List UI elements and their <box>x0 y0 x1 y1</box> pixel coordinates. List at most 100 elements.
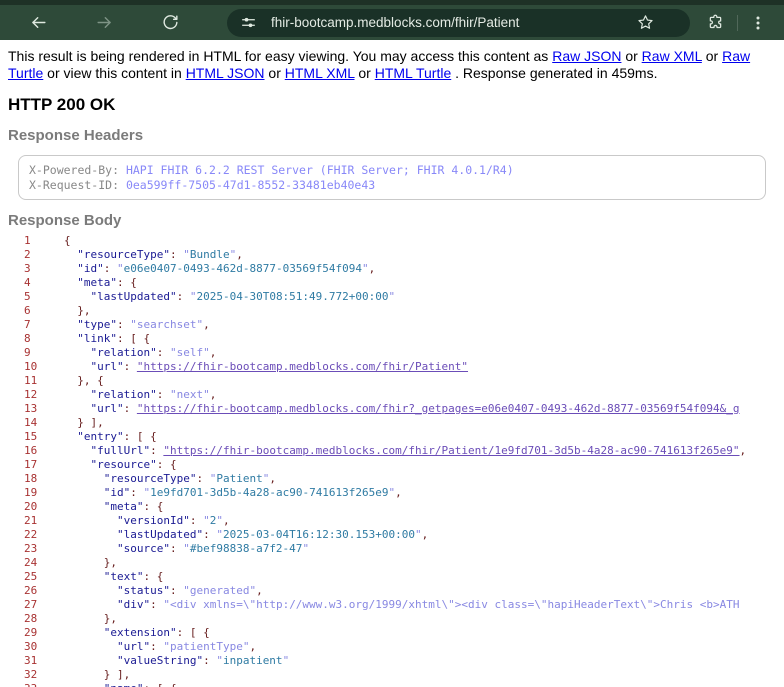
banner-link[interactable]: HTML JSON <box>186 65 265 81</box>
line-number[interactable]: 20 <box>24 500 64 514</box>
code-token: "generated" <box>183 584 257 597</box>
banner-link[interactable]: HTML Turtle <box>375 65 452 81</box>
three-dot-menu-icon <box>756 16 760 29</box>
line-number[interactable]: 17 <box>24 458 64 472</box>
line-number[interactable]: 26 <box>24 584 64 598</box>
code-line: 25 "text": { <box>8 570 776 584</box>
toolbar-separator <box>737 14 738 31</box>
code-token: : <box>196 472 210 485</box>
code-token: "resource" <box>90 458 157 471</box>
code-token: , <box>203 318 210 331</box>
bookmark-star-button[interactable] <box>634 12 656 34</box>
code-token: : <box>176 290 190 303</box>
line-number[interactable]: 13 <box>24 402 64 416</box>
code-token: { <box>64 234 71 247</box>
line-number[interactable]: 2 <box>24 248 64 262</box>
line-number[interactable]: 19 <box>24 486 64 500</box>
response-body-heading: Response Body <box>8 212 122 229</box>
code-token: inpatient <box>222 654 283 667</box>
menu-button[interactable] <box>746 11 770 35</box>
code-token: : <box>123 360 137 373</box>
code-link[interactable]: "https://fhir-bootcamp.medblocks.com/fhi… <box>137 360 468 373</box>
line-number[interactable]: 3 <box>24 262 64 276</box>
tune-icon[interactable] <box>239 13 258 32</box>
line-number[interactable]: 31 <box>24 654 64 668</box>
line-number[interactable]: 8 <box>24 332 64 346</box>
code-line: 2 "resourceType": "Bundle", <box>8 248 776 262</box>
forward-button[interactable] <box>90 9 118 37</box>
line-number[interactable]: 4 <box>24 276 64 290</box>
header-name: X-Request-ID: <box>29 177 126 192</box>
code-token: : <box>123 402 137 415</box>
code-token: : [ { <box>144 682 177 687</box>
line-number[interactable]: 7 <box>24 318 64 332</box>
line-number[interactable]: 5 <box>24 290 64 304</box>
code-line: 15 "entry": [ { <box>8 430 776 444</box>
code-line: 8 "link": [ { <box>8 332 776 346</box>
code-token: "url" <box>116 640 151 653</box>
code-token: : <box>103 262 117 275</box>
line-number[interactable]: 15 <box>24 430 64 444</box>
code-line: 10 "url": "https://fhir-bootcamp.medbloc… <box>8 360 776 374</box>
code-line: 20 "meta": { <box>8 500 776 514</box>
code-token: "versionId" <box>116 514 190 527</box>
code-link[interactable]: "https://fhir-bootcamp.medblocks.com/fhi… <box>163 444 739 457</box>
line-number[interactable]: 22 <box>24 528 64 542</box>
line-number[interactable]: 32 <box>24 668 64 682</box>
extensions-button[interactable] <box>703 11 727 35</box>
line-number[interactable]: 23 <box>24 542 64 556</box>
code-token: " <box>362 262 369 275</box>
code-token: "valueString" <box>116 654 204 667</box>
line-number[interactable]: 30 <box>24 640 64 654</box>
banner-text: This result is being rendered in HTML fo… <box>8 48 553 64</box>
code-token: "source" <box>116 542 170 555</box>
code-line: 24 }, <box>8 556 776 570</box>
code-token: , <box>209 388 217 401</box>
banner-link[interactable]: HTML XML <box>285 65 355 81</box>
code-line: 1{ <box>8 234 776 248</box>
code-token: : <box>117 318 131 331</box>
banner-link[interactable]: Raw XML <box>642 48 702 64</box>
line-number[interactable]: 25 <box>24 570 64 584</box>
browser-toolbar: fhir-bootcamp.medblocks.com/fhir/Patient <box>0 0 784 40</box>
code-token: 2025-04-30T08:51:49.772+00:00 <box>196 290 389 303</box>
back-button[interactable] <box>24 9 52 37</box>
code-token: , <box>269 472 276 485</box>
line-number[interactable]: 24 <box>24 556 64 570</box>
page: This result is being rendered in HTML fo… <box>0 40 784 687</box>
line-number[interactable]: 12 <box>24 388 64 402</box>
code-line: 18 "resourceType": "Patient", <box>8 472 776 486</box>
line-number[interactable]: 28 <box>24 612 64 626</box>
code-token: " <box>183 542 190 555</box>
line-number[interactable]: 29 <box>24 626 64 640</box>
line-number[interactable]: 6 <box>24 304 64 318</box>
code-link[interactable]: "https://fhir-bootcamp.medblocks.com/fhi… <box>137 402 740 415</box>
line-number[interactable]: 10 <box>24 360 64 374</box>
line-number[interactable]: 11 <box>24 374 64 388</box>
status-heading: HTTP 200 OK <box>8 95 116 114</box>
line-number[interactable]: 21 <box>24 514 64 528</box>
line-number[interactable]: 33 <box>24 682 64 687</box>
line-number[interactable]: 27 <box>24 598 64 612</box>
url-bar[interactable]: fhir-bootcamp.medblocks.com/fhir/Patient <box>227 8 690 37</box>
line-number[interactable]: 14 <box>24 416 64 430</box>
code-line: 16 "fullUrl": "https://fhir-bootcamp.med… <box>8 444 776 458</box>
code-token: 1e9fd701-3d5b-4a28-ac90-741613f265e9 <box>150 486 389 499</box>
code-token: , <box>249 640 257 653</box>
code-token: "entry" <box>77 430 124 443</box>
line-number[interactable]: 16 <box>24 444 64 458</box>
code-token: : <box>150 444 164 457</box>
line-number[interactable]: 18 <box>24 472 64 486</box>
reload-button[interactable] <box>156 9 184 37</box>
banner-link[interactable]: Raw JSON <box>552 48 621 64</box>
code-token: }, <box>103 556 117 569</box>
code-line: 27 "div": "<div xmlns=\"http://www.w3.or… <box>8 598 776 612</box>
line-number[interactable]: 1 <box>24 234 64 248</box>
code-token: "searchset" <box>130 318 204 331</box>
line-number[interactable]: 9 <box>24 346 64 360</box>
header-value: 0ea599ff-7505-47d1-8552-33481eb40e43 <box>125 177 376 192</box>
